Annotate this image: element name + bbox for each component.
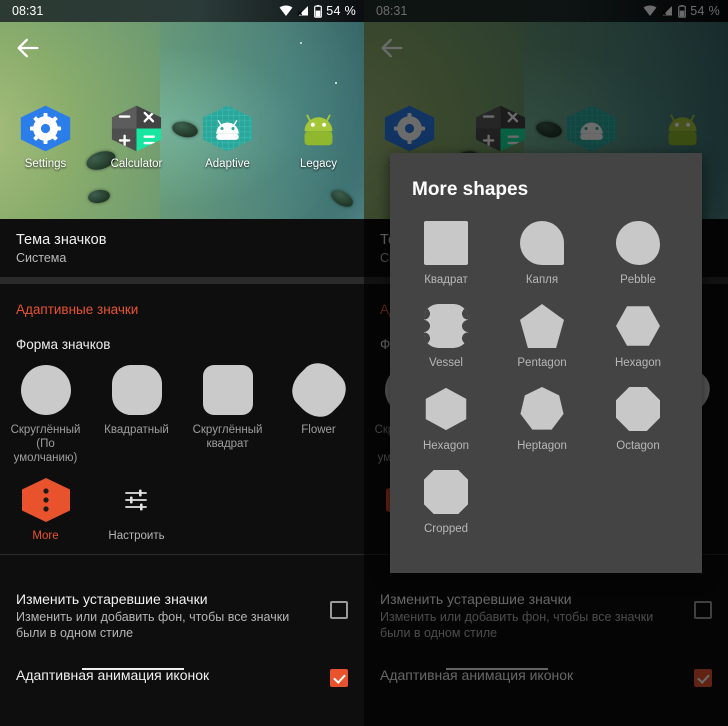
app-label: Settings <box>24 158 67 170</box>
phone-screen-left: 08:31 54 % Settings Calculator Adaptive … <box>0 0 364 726</box>
shape-label: Hexagon <box>614 357 662 369</box>
calculator-icon <box>111 105 162 152</box>
battery-percent: 54 % <box>326 4 356 18</box>
shape-preview-octagon <box>616 387 660 431</box>
dialog-shape-square[interactable]: Квадрат <box>398 213 494 286</box>
home-app-row: Settings <box>0 104 364 170</box>
shape-label: Скруглённый (По умолчанию) <box>10 424 81 464</box>
shape-label: Pentagon <box>517 357 567 369</box>
dialog-shape-cropped[interactable]: Cropped <box>398 462 494 535</box>
pref-change-legacy-icons[interactable]: Изменить устаревшие значки Изменить или … <box>0 577 364 651</box>
pref-checkbox-checked[interactable] <box>330 669 348 687</box>
more-hexagon-icon <box>21 478 70 522</box>
shape-label: Hexagon <box>422 440 470 452</box>
customize-button[interactable]: Настроить <box>91 477 182 542</box>
shape-option-circle[interactable]: Скруглённый (По умолчанию) <box>0 365 91 465</box>
section-header-adaptive: Адаптивные значки <box>16 302 139 317</box>
more-label: More <box>32 530 59 542</box>
shape-label: Капля <box>525 274 559 286</box>
app-icon-adaptive[interactable]: Adaptive <box>182 104 273 170</box>
shape-label: Octagon <box>616 440 660 452</box>
shape-preview-hexagon-2 <box>425 387 467 431</box>
wifi-icon <box>279 5 293 16</box>
android-legacy-icon <box>304 114 333 146</box>
dialog-shape-pebble[interactable]: Pebble <box>590 213 686 286</box>
status-time: 08:31 <box>12 4 44 18</box>
more-shapes-button[interactable]: More <box>0 477 91 542</box>
back-arrow-icon[interactable] <box>14 34 42 62</box>
shape-label: Pebble <box>620 274 656 286</box>
dialog-shape-hexagon[interactable]: Hexagon <box>398 379 494 452</box>
app-icon-legacy[interactable]: Legacy <box>273 104 364 170</box>
dual-screenshot: 08:31 54 % Settings Calculator Adaptive … <box>0 0 728 726</box>
shape-label: Flower <box>301 424 336 436</box>
shape-option-squircle[interactable]: Квадратный <box>91 365 182 465</box>
star <box>335 82 337 84</box>
icon-shape-grid: Скруглённый (По умолчанию) Квадратный Ск… <box>0 352 364 465</box>
dialog-title: More shapes <box>412 179 529 200</box>
shape-preview-pebble <box>616 221 660 265</box>
pref-summary: Изменить или добавить фон, чтобы все зна… <box>16 610 290 640</box>
shape-label: Квадрат <box>424 274 468 286</box>
shape-preview-rounded-square <box>202 365 253 415</box>
android-adaptive-icon <box>202 105 253 152</box>
shape-label: Скруглённый квадрат <box>192 424 263 450</box>
app-label: Calculator <box>110 158 163 170</box>
icon-theme-title: Тема значков <box>16 232 107 248</box>
cell-signal-off-icon <box>297 6 309 16</box>
settings-gear-icon <box>20 105 71 152</box>
more-shapes-dialog: More shapes Квадрат Капля Pebble Vessel <box>390 153 702 573</box>
shape-preview-circle <box>20 365 71 415</box>
shape-label: Vessel <box>429 357 463 369</box>
shape-preview-vessel <box>424 304 468 348</box>
shape-preview-hexagon <box>616 304 660 348</box>
app-label: Adaptive <box>205 158 250 170</box>
app-icon-settings[interactable]: Settings <box>0 104 91 170</box>
phone-screen-right: 08:31 54 % <box>364 0 728 726</box>
status-bar: 08:31 54 % <box>0 0 364 22</box>
shape-preview-square <box>424 221 468 265</box>
shape-option-flower[interactable]: Flower <box>273 354 364 465</box>
shape-preview-teardrop <box>520 221 564 265</box>
list-divider <box>0 554 364 555</box>
customize-label: Настроить <box>108 530 165 542</box>
pref-title: Изменить устаревшие значки <box>16 591 208 607</box>
tune-sliders-icon <box>124 489 147 511</box>
pref-adaptive-icon-animation[interactable]: Адаптивная анимация иконок <box>0 651 364 697</box>
shape-action-row: More <box>0 465 364 542</box>
shape-label: Heptagon <box>517 440 567 452</box>
shape-preview-pentagon <box>520 304 564 348</box>
shape-option-rounded-square[interactable]: Скруглённый квадрат <box>182 365 273 465</box>
shape-label: Квадратный <box>104 424 169 436</box>
shape-label: Cropped <box>423 523 469 535</box>
wallpaper: Settings <box>0 22 364 219</box>
dialog-shape-pentagon[interactable]: Pentagon <box>494 296 590 369</box>
status-icons: 54 % <box>279 4 356 18</box>
pref-checkbox-unchecked[interactable] <box>330 601 348 619</box>
app-icon-calculator[interactable]: Calculator <box>91 104 182 170</box>
settings-content: Тема значков Система Адаптивные значки Ф… <box>0 219 364 726</box>
battery-icon <box>314 4 323 18</box>
shape-preview-cropped <box>424 470 468 514</box>
icon-theme-row[interactable]: Тема значков Система <box>0 219 364 277</box>
app-label: Legacy <box>299 158 338 170</box>
star <box>300 42 302 44</box>
shape-preview-flower <box>283 354 354 426</box>
dialog-shape-grid: Квадрат Капля Pebble Vessel Pentagon Hex… <box>390 201 702 545</box>
dialog-shape-octagon[interactable]: Octagon <box>590 379 686 452</box>
dialog-shape-heptagon[interactable]: Heptagon <box>494 379 590 452</box>
dialog-shape-hexagon-flat[interactable]: Hexagon <box>590 296 686 369</box>
shape-preview-squircle <box>111 365 162 415</box>
dialog-shape-vessel[interactable]: Vessel <box>398 296 494 369</box>
icon-theme-value: Система <box>16 251 67 265</box>
shape-preview-heptagon <box>520 387 564 430</box>
dialog-shape-teardrop[interactable]: Капля <box>494 213 590 286</box>
title-underline <box>82 668 184 670</box>
subsection-icon-shape: Форма значков <box>16 337 111 352</box>
section-divider <box>0 277 364 284</box>
